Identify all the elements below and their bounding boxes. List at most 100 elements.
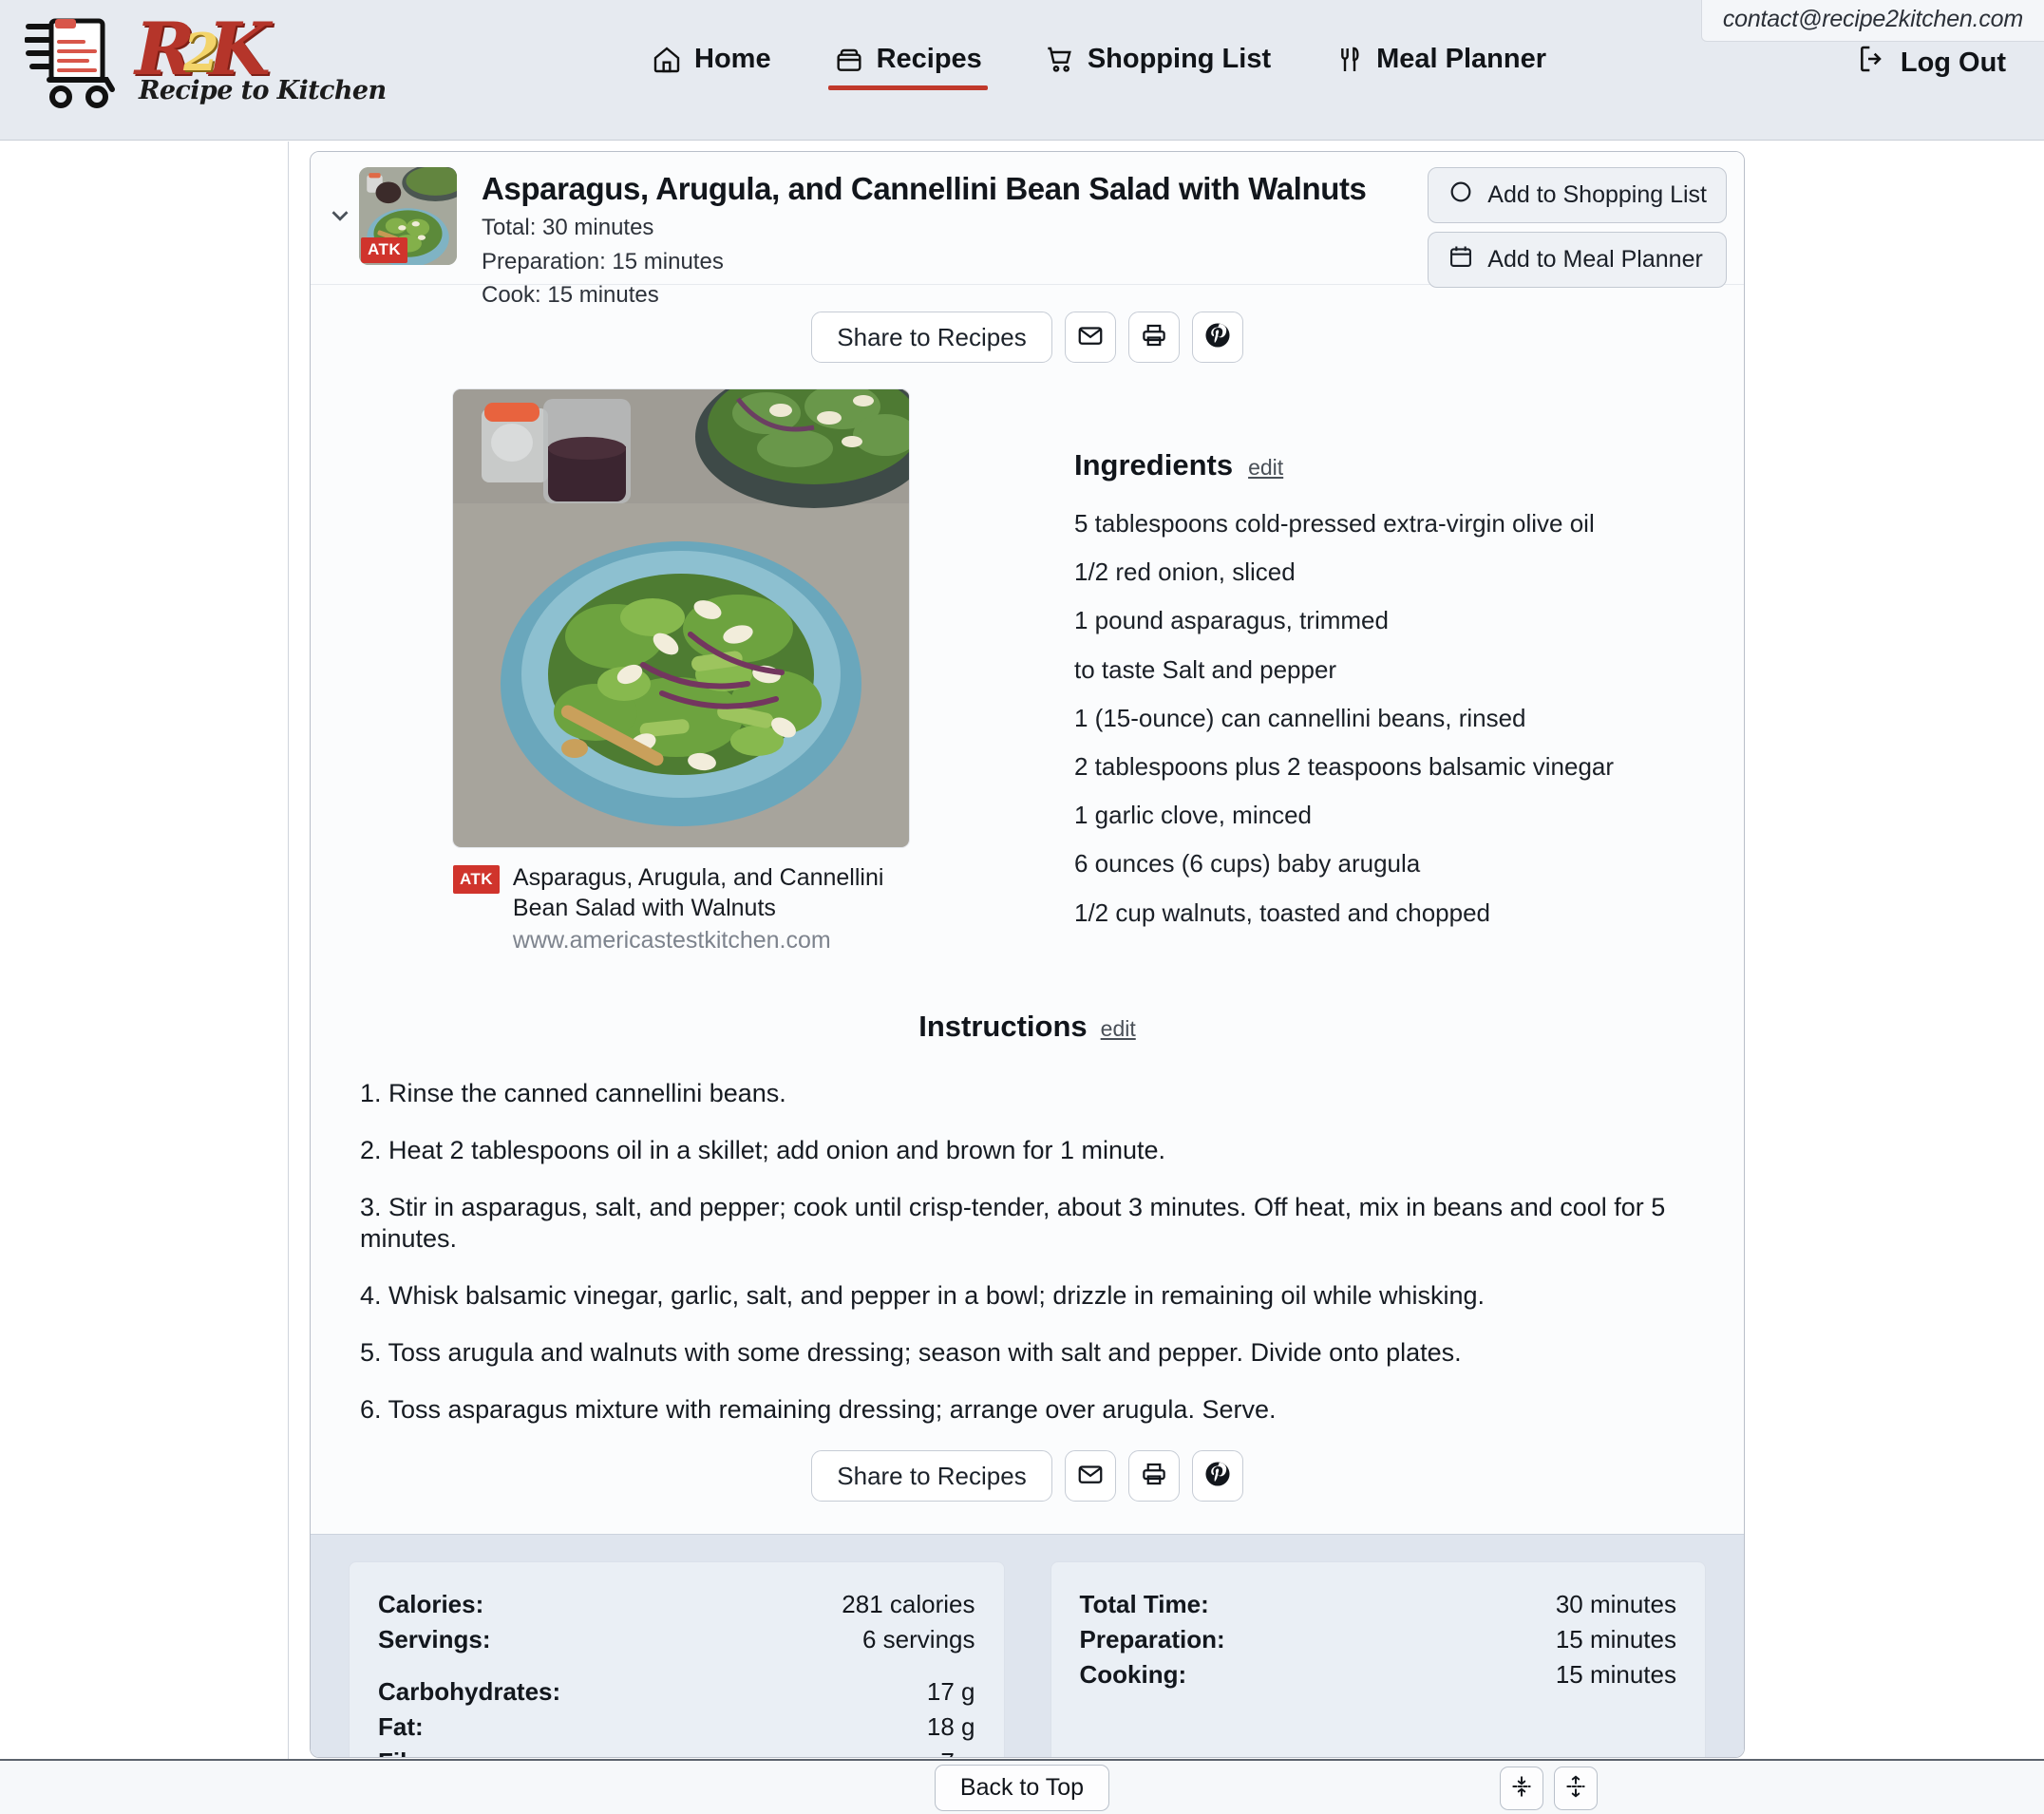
- back-to-top-button[interactable]: Back to Top: [934, 1764, 1110, 1811]
- recipe-header-actions: Add to Shopping List Add to Meal Planner: [1428, 167, 1727, 288]
- fork-knife-icon: [1334, 45, 1364, 75]
- nutrition-spacer: [378, 1657, 975, 1674]
- ingredients-heading: Ingredients: [1074, 448, 1234, 482]
- add-to-meal-planner-button[interactable]: Add to Meal Planner: [1428, 232, 1727, 288]
- expand-all-icon: [1563, 1774, 1588, 1804]
- main-navigation: Home Recipes Shopping List Meal Planner: [646, 42, 1552, 92]
- fiber-label: Fiber:: [378, 1745, 446, 1757]
- shopping-cart-icon: [1045, 45, 1075, 75]
- recipe-detail-panel: ATK Asparagus, Arugula, and Cannellini B…: [310, 151, 1745, 1758]
- ingredient-item: 1 pound asparagus, trimmed: [1074, 606, 1389, 635]
- app-logo[interactable]: R2K Recipe to Kitchen: [25, 12, 387, 108]
- ingredient-item: 1 (15-ounce) can cannellini beans, rinse…: [1074, 703, 1526, 732]
- add-to-shopping-list-label: Add to Shopping List: [1487, 181, 1707, 208]
- print-button-top[interactable]: [1127, 312, 1180, 363]
- expand-all-button[interactable]: [1554, 1767, 1598, 1810]
- atk-badge: ATK: [361, 237, 408, 263]
- circle-icon: [1448, 179, 1474, 212]
- bottom-toolbar: Back to Top: [0, 1759, 2044, 1814]
- cooking-value: 15 minutes: [1555, 1660, 1676, 1690]
- edit-instructions-link[interactable]: edit: [1101, 1016, 1136, 1042]
- share-to-recipes-button-bottom[interactable]: Share to Recipes: [811, 1450, 1052, 1502]
- collapse-all-button[interactable]: [1500, 1767, 1543, 1810]
- fiber-value: 7 g: [940, 1745, 975, 1757]
- collapse-chevron-icon[interactable]: [326, 201, 354, 235]
- print-button-bottom[interactable]: [1127, 1450, 1180, 1502]
- instruction-step: 4. Whisk balsamic vinegar, garlic, salt,…: [360, 1281, 1486, 1310]
- instructions-section: Instructions edit 1. Rinse the canned ca…: [311, 992, 1744, 1535]
- timing-row-cooking: Cooking: 15 minutes: [1080, 1657, 1677, 1692]
- nav-item-meal-planner[interactable]: Meal Planner: [1328, 42, 1552, 92]
- instructions-heading: Instructions: [918, 1010, 1088, 1043]
- calendar-icon: [1448, 243, 1474, 276]
- ingredient-item: 5 tablespoons cold-pressed extra-virgin …: [1074, 509, 1595, 538]
- pinterest-icon: [1202, 1459, 1233, 1494]
- printer-icon: [1140, 321, 1168, 354]
- caption-title: Asparagus, Arugula, and Cannellini Bean …: [512, 864, 884, 921]
- share-row-bottom: Share to Recipes: [311, 1450, 1744, 1502]
- ingredient-item: 6 ounces (6 cups) baby arugula: [1074, 849, 1421, 879]
- share-email-button-bottom[interactable]: [1064, 1450, 1116, 1502]
- servings-value: 6 servings: [862, 1625, 975, 1654]
- instruction-step: 5. Toss arugula and walnuts with some dr…: [360, 1337, 1462, 1367]
- fat-value: 18 g: [926, 1711, 975, 1741]
- content-stage: ATK Asparagus, Arugula, and Cannellini B…: [0, 142, 2044, 1814]
- share-email-button-top[interactable]: [1064, 312, 1116, 363]
- nutrition-row-fat: Fat: 18 g: [378, 1710, 975, 1745]
- recipe-times: Total: 30 minutes Preparation: 15 minute…: [482, 211, 724, 312]
- nav-item-shopping-list[interactable]: Shopping List: [1039, 42, 1277, 92]
- nav-item-home[interactable]: Home: [646, 42, 777, 92]
- shopping-cart-logo-icon: [25, 13, 125, 108]
- recipe-prep-time: Preparation: 15 minutes: [482, 248, 724, 274]
- recipe-title: Asparagus, Arugula, and Cannellini Bean …: [482, 171, 1367, 206]
- ingredient-item: 1 garlic clove, minced: [1074, 801, 1312, 830]
- caption-atk-badge: ATK: [453, 865, 500, 894]
- nav-item-home-label: Home: [694, 44, 771, 74]
- nav-item-shopping-list-label: Shopping List: [1087, 44, 1272, 74]
- share-to-recipes-button-top[interactable]: Share to Recipes: [811, 312, 1052, 363]
- ingredient-item: 1/2 cup walnuts, toasted and chopped: [1074, 898, 1490, 927]
- fat-label: Fat:: [378, 1711, 424, 1741]
- edit-ingredients-link[interactable]: edit: [1248, 455, 1283, 481]
- nutrition-row-fiber: Fiber: 7 g: [378, 1745, 975, 1757]
- preparation-value: 15 minutes: [1555, 1625, 1676, 1654]
- recipe-cook-time: Cook: 15 minutes: [482, 282, 659, 309]
- nutrition-row-servings: Servings: 6 servings: [378, 1622, 975, 1657]
- recipe-body: Share to Recipes ATK Asparagus, Arugula,…: [311, 285, 1744, 1757]
- envelope-icon: [1076, 1460, 1105, 1493]
- pinterest-button-top[interactable]: [1191, 312, 1243, 363]
- recipe-box-icon: [834, 45, 864, 75]
- ingredient-item: 2 tablespoons plus 2 teaspoons balsamic …: [1074, 751, 1615, 781]
- logout-button[interactable]: Log Out: [1857, 44, 2006, 82]
- photo-and-ingredients: ATK Asparagus, Arugula, and Cannellini B…: [311, 363, 1744, 992]
- panel-left-divider: [288, 142, 289, 1762]
- nutrition-section: Calories: 281 calories Servings: 6 servi…: [311, 1534, 1744, 1757]
- pinterest-button-bottom[interactable]: [1191, 1450, 1243, 1502]
- contact-email: contact@recipe2kitchen.com: [1700, 0, 2044, 42]
- nav-item-meal-planner-label: Meal Planner: [1376, 44, 1547, 74]
- timing-card: Total Time: 30 minutes Preparation: 15 m…: [1050, 1561, 1706, 1757]
- envelope-icon: [1076, 321, 1105, 354]
- recipe-photo-column: ATK Asparagus, Arugula, and Cannellini B…: [311, 389, 1051, 954]
- calories-value: 281 calories: [842, 1590, 975, 1619]
- recipe-header-row: ATK Asparagus, Arugula, and Cannellini B…: [311, 152, 1744, 308]
- logout-label: Log Out: [1900, 47, 2006, 78]
- nav-item-recipes[interactable]: Recipes: [827, 42, 989, 92]
- nutrition-row-calories: Calories: 281 calories: [378, 1587, 975, 1622]
- timing-row-preparation: Preparation: 15 minutes: [1080, 1622, 1677, 1657]
- total-time-label: Total Time:: [1079, 1590, 1209, 1619]
- home-icon: [652, 45, 682, 75]
- recipe-thumbnail[interactable]: ATK: [359, 167, 457, 265]
- instruction-step: 1. Rinse the canned cannellini beans.: [360, 1079, 786, 1107]
- ingredient-item: 1/2 red onion, sliced: [1074, 557, 1296, 587]
- ingredients-heading-row: Ingredients edit: [1074, 448, 1744, 482]
- caption-source-url[interactable]: www.americastestkitchen.com: [513, 927, 909, 954]
- logout-icon: [1857, 44, 1887, 82]
- instructions-heading-row: Instructions edit: [311, 1010, 1744, 1044]
- instruction-step: 6. Toss asparagus mixture with remaining…: [360, 1394, 1277, 1424]
- carbohydrates-label: Carbohydrates:: [378, 1677, 561, 1707]
- calories-label: Calories:: [378, 1590, 484, 1619]
- collapse-expand-controls: [1500, 1767, 1598, 1810]
- ingredients-column: Ingredients edit 5 tablespoons cold-pres…: [1051, 389, 1744, 954]
- add-to-shopping-list-button[interactable]: Add to Shopping List: [1428, 167, 1727, 223]
